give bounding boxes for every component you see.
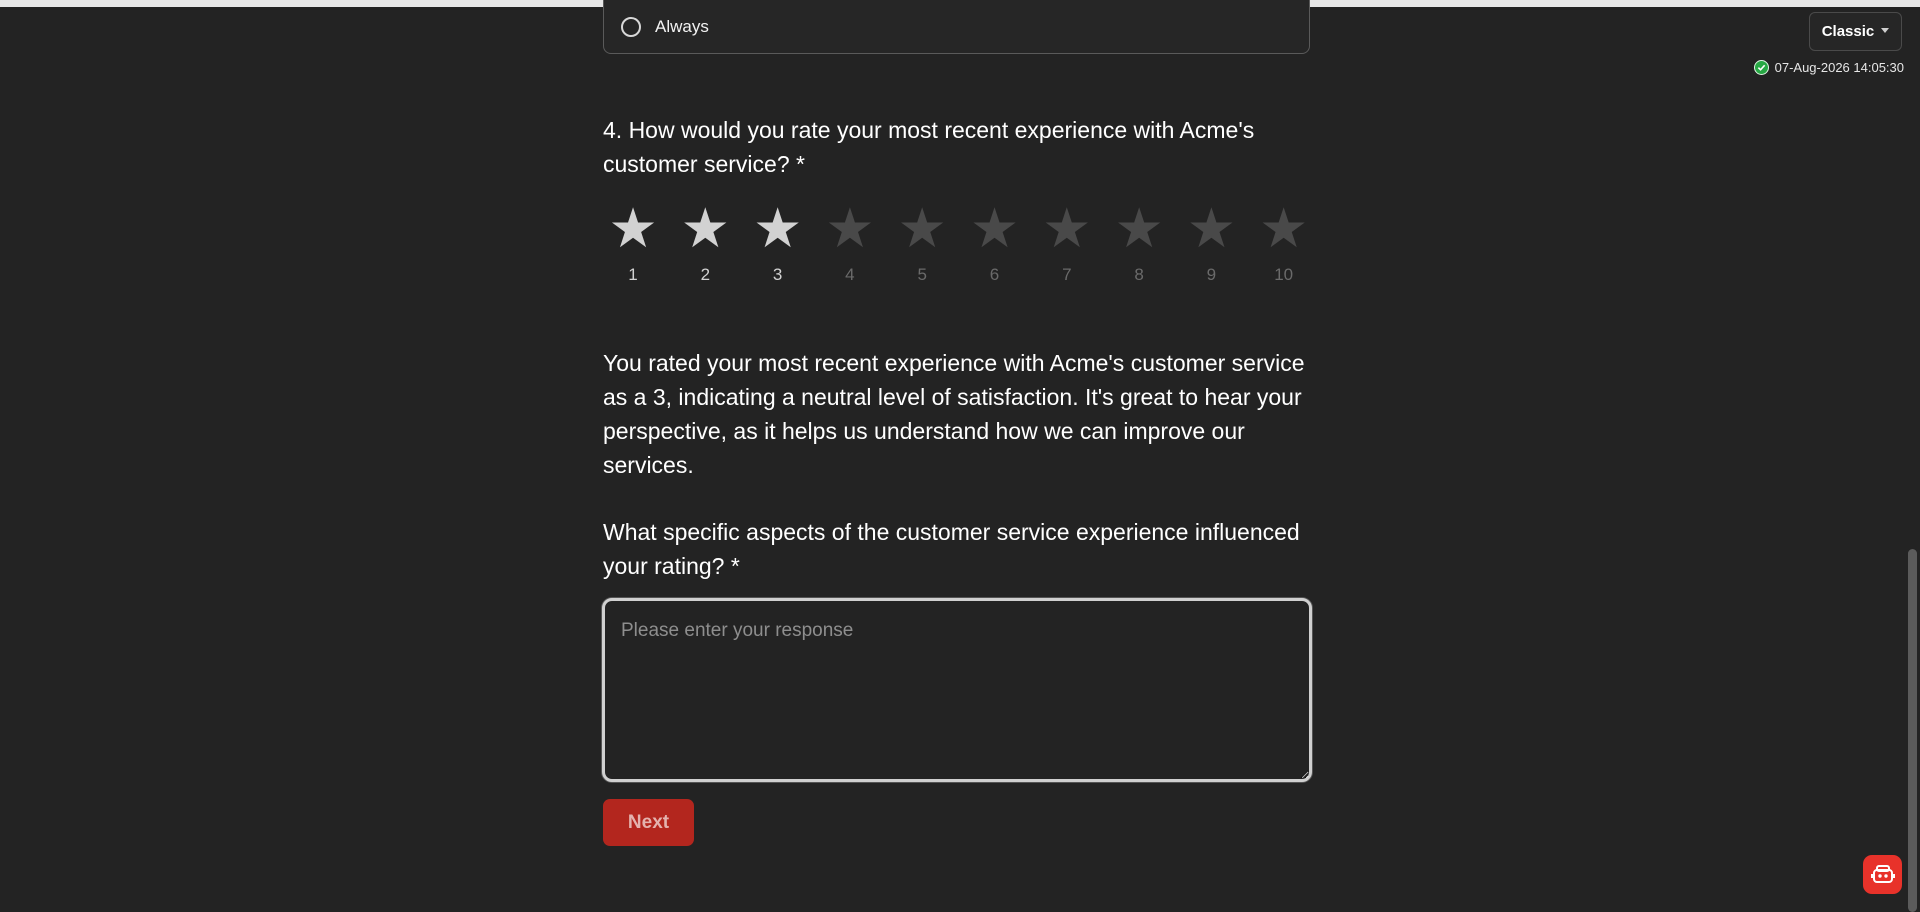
star-rating-number: 8 (1134, 265, 1144, 284)
previous-question-card: Always (603, 0, 1310, 54)
star-rating: ★ 1 ★ 2 ★ 3 ★ 4 ★ 5 ★ 6 ★ 7 ★ 8 ★ 9 ★ 10 (603, 198, 1313, 288)
star-rating-option-6[interactable]: ★ 6 (965, 198, 1025, 285)
followup-question-title: What specific aspects of the customer se… (603, 519, 1300, 579)
radio-option-label[interactable]: Always (655, 17, 709, 37)
question-4-title: 4. How would you rate your most recent e… (603, 117, 1255, 177)
response-textarea[interactable] (602, 598, 1312, 782)
scrollbar-thumb[interactable] (1908, 549, 1917, 912)
saved-timestamp: 07-Aug-2026 14:05:30 (1774, 60, 1904, 75)
star-icon: ★ (1259, 196, 1309, 260)
star-icon: ★ (608, 196, 658, 260)
star-rating-number: 2 (700, 265, 711, 284)
star-rating-number: 3 (772, 265, 783, 284)
star-rating-option-1[interactable]: ★ 1 (603, 198, 663, 285)
star-rating-number: 9 (1206, 265, 1217, 284)
chevron-down-icon (1881, 28, 1890, 33)
star-icon: ★ (1042, 196, 1092, 260)
star-icon: ★ (1186, 196, 1237, 260)
star-icon: ★ (680, 196, 730, 260)
star-rating-number: 4 (845, 265, 855, 284)
star-rating-number: 5 (917, 265, 927, 284)
star-rating-option-8[interactable]: ★ 8 (1109, 198, 1169, 285)
star-icon: ★ (752, 196, 803, 260)
mode-dropdown-button[interactable]: Classic (1809, 12, 1902, 51)
star-rating-number: 7 (1062, 265, 1072, 284)
star-icon: ★ (969, 196, 1020, 260)
star-rating-option-3[interactable]: ★ 3 (748, 198, 808, 285)
star-rating-option-5[interactable]: ★ 5 (892, 198, 952, 285)
star-rating-option-7[interactable]: ★ 7 (1037, 198, 1097, 285)
star-rating-option-2[interactable]: ★ 2 (675, 198, 735, 285)
assistant-robot-icon[interactable] (1863, 855, 1902, 894)
star-rating-number: 1 (628, 265, 638, 284)
next-button[interactable]: Next (603, 799, 694, 846)
radio-option-always[interactable] (621, 17, 641, 37)
check-circle-icon (1753, 60, 1769, 75)
star-icon: ★ (897, 196, 947, 260)
saved-status: 07-Aug-2026 14:05:30 (1753, 60, 1904, 75)
star-rating-option-10[interactable]: ★ 10 (1254, 198, 1314, 285)
star-rating-number: 6 (989, 265, 1000, 284)
star-icon: ★ (1114, 196, 1164, 260)
rating-feedback-text: You rated your most recent experience wi… (603, 350, 1305, 478)
star-rating-option-9[interactable]: ★ 9 (1181, 198, 1241, 285)
star-rating-number: 10 (1274, 265, 1294, 284)
star-rating-option-4[interactable]: ★ 4 (820, 198, 880, 285)
mode-label: Classic (1821, 23, 1875, 40)
star-icon: ★ (825, 196, 875, 260)
